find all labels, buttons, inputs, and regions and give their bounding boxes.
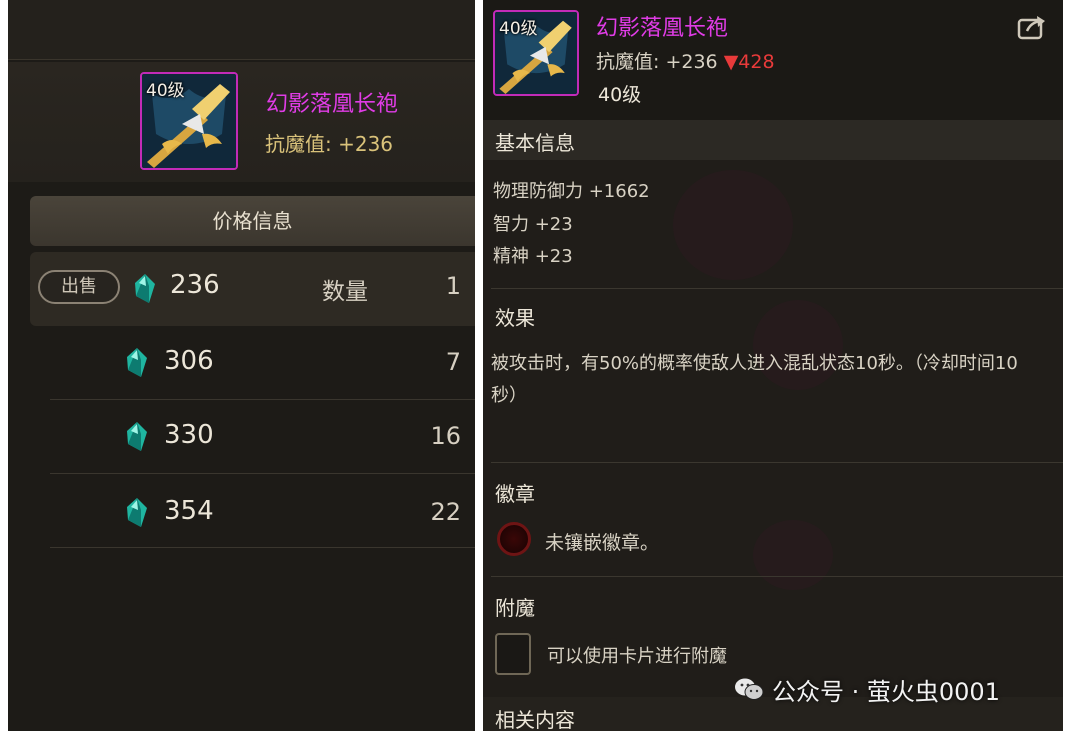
- item-stat: 抗魔值: +236 ▼428: [596, 47, 775, 74]
- share-icon[interactable]: [1017, 14, 1047, 40]
- item-icon: 40级: [493, 10, 579, 96]
- enchant-text: 可以使用卡片进行附魔: [547, 646, 727, 667]
- top-strip: [8, 0, 475, 60]
- item-stat: 抗魔值: +236: [265, 132, 394, 156]
- stat-diff: ▼428: [723, 51, 775, 73]
- section-divider: [491, 576, 1063, 577]
- item-icon[interactable]: 40级: [140, 72, 238, 170]
- quantity-label: 数量: [322, 279, 368, 305]
- attribute-line: 物理防御力 +1662: [493, 181, 650, 202]
- enchant-slot[interactable]: [495, 633, 531, 675]
- price-info-header: 价格信息: [30, 196, 475, 246]
- listing-row[interactable]: 出售 236 数量 1: [30, 252, 475, 326]
- bg-decoration: [673, 170, 793, 280]
- row-divider: [50, 547, 475, 548]
- item-name: 幻影落凰长袍: [266, 92, 399, 117]
- gem-icon: [127, 348, 147, 377]
- effect-text: 被攻击时，有50%的概率使敌人进入混乱状态10秒。（冷却时间10秒）: [491, 353, 1018, 406]
- wechat-icon: [735, 678, 764, 700]
- price-value: 306: [164, 346, 214, 376]
- listing-row[interactable]: 306 7: [30, 326, 475, 400]
- attribute-line: 智力 +23: [493, 214, 573, 235]
- gem-icon: [135, 274, 155, 303]
- attribute-line: 精神 +23: [493, 246, 573, 267]
- listing-row[interactable]: 354 22: [30, 474, 475, 548]
- basic-info-title: 基本信息: [495, 131, 575, 155]
- gem-icon: [127, 498, 147, 527]
- market-panel: 40级 幻影落凰长袍 抗魔值: +236 价格信息 出售 236 数量 1 30…: [8, 0, 475, 731]
- section-divider: [491, 462, 1063, 463]
- quantity-value: 16: [430, 422, 461, 450]
- section-divider: [491, 288, 1063, 289]
- listing-row[interactable]: 330 16: [30, 400, 475, 474]
- gem-icon: [127, 422, 147, 451]
- watermark: 公众号 · 萤火虫0001: [734, 672, 1000, 706]
- level-badge: 40级: [499, 19, 538, 39]
- item-level: 40级: [598, 84, 642, 106]
- price-value: 236: [170, 270, 220, 300]
- badge-text: 未镶嵌徽章。: [545, 532, 660, 554]
- quantity-value: 1: [445, 272, 461, 300]
- price-value: 330: [164, 420, 214, 450]
- enchant-title: 附魔: [495, 596, 535, 620]
- detail-header: 40级 幻影落凰长袍 抗魔值: +236 ▼428 40级: [483, 0, 1063, 122]
- level-badge: 40级: [146, 81, 185, 101]
- item-header: 40级 幻影落凰长袍 抗魔值: +236: [8, 62, 475, 182]
- quantity-value: 7: [445, 348, 461, 376]
- bg-decoration: [753, 520, 833, 590]
- quantity-value: 22: [430, 498, 461, 526]
- effect-title: 效果: [495, 306, 535, 330]
- sell-button[interactable]: 出售: [38, 270, 120, 304]
- item-name: 幻影落凰长袍: [596, 16, 729, 41]
- stat-text: 抗魔值: +236: [596, 51, 718, 73]
- price-value: 354: [164, 496, 214, 526]
- socket-icon[interactable]: [497, 522, 531, 556]
- item-detail-panel: 40级 幻影落凰长袍 抗魔值: +236 ▼428 40级 基本信息 物理防御力…: [483, 0, 1063, 731]
- related-title: 相关内容: [495, 708, 575, 731]
- badge-title: 徽章: [495, 482, 535, 506]
- watermark-text: 公众号 · 萤火虫0001: [772, 677, 1000, 706]
